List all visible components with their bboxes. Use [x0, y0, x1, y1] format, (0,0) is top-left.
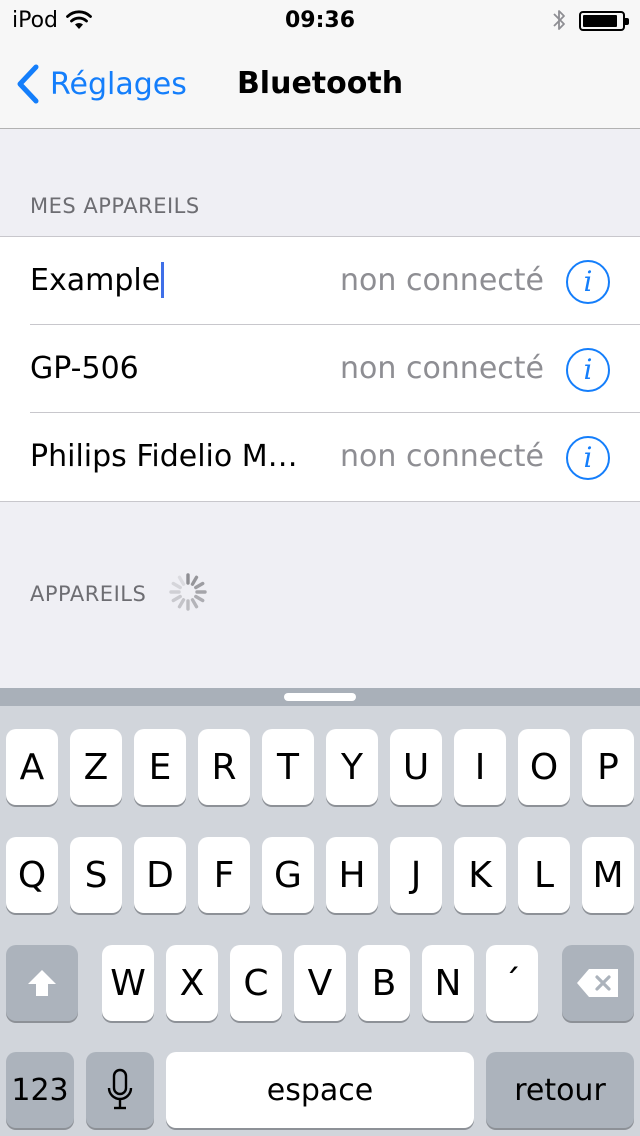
delete-icon — [577, 969, 618, 997]
key[interactable]: T — [262, 729, 314, 805]
key[interactable]: W — [102, 945, 154, 1021]
info-icon[interactable]: i — [566, 260, 610, 304]
key[interactable]: F — [198, 837, 250, 913]
key[interactable]: N — [422, 945, 474, 1021]
section-header-devices: APPAREILS — [30, 582, 147, 606]
status-bar: iPod 09:36 — [0, 0, 640, 40]
key[interactable]: U — [390, 729, 442, 805]
dictation-button[interactable] — [86, 1052, 154, 1128]
numbers-button[interactable]: 123 — [6, 1052, 74, 1128]
key[interactable]: V — [294, 945, 346, 1021]
device-status: non connecté — [340, 439, 544, 474]
delete-button[interactable] — [562, 945, 634, 1021]
device-row[interactable]: Example non connecté i — [0, 237, 640, 325]
device-row[interactable]: GP-506 non connecté i — [0, 325, 640, 413]
navigation-bar: Réglages Bluetooth — [0, 40, 640, 129]
keyboard: A Z E R T Y U I O P Q S D F G H J K L M … — [0, 688, 640, 1136]
key[interactable]: S — [70, 837, 122, 913]
key[interactable]: G — [262, 837, 314, 913]
clock: 09:36 — [284, 8, 356, 33]
text-caret — [161, 261, 165, 298]
key[interactable]: E — [134, 729, 186, 805]
key[interactable]: O — [518, 729, 570, 805]
key[interactable]: J — [390, 837, 442, 913]
key[interactable]: ´ — [486, 945, 538, 1021]
keyboard-handle[interactable] — [284, 693, 356, 701]
key[interactable]: Z — [70, 729, 122, 805]
key[interactable]: H — [326, 837, 378, 913]
return-button[interactable]: retour — [486, 1052, 634, 1128]
info-icon[interactable]: i — [566, 348, 610, 392]
keyboard-top-bar — [0, 688, 640, 706]
key[interactable]: A — [6, 729, 58, 805]
key[interactable]: C — [230, 945, 282, 1021]
space-button[interactable]: espace — [166, 1052, 474, 1128]
key[interactable]: P — [582, 729, 634, 805]
section-header-my-devices: MES APPAREILS — [30, 194, 200, 218]
battery-icon — [579, 11, 629, 31]
device-row[interactable]: Philips Fidelio M2... non connecté i — [0, 413, 640, 501]
device-status: non connecté — [340, 263, 544, 298]
key[interactable]: K — [454, 837, 506, 913]
key[interactable]: I — [454, 729, 506, 805]
microphone-icon — [107, 1068, 133, 1110]
device-status: non connecté — [340, 351, 544, 386]
activity-spinner-icon — [169, 573, 207, 611]
key[interactable]: B — [358, 945, 410, 1021]
key[interactable]: X — [166, 945, 218, 1021]
key[interactable]: Y — [326, 729, 378, 805]
bluetooth-icon — [553, 10, 565, 30]
key[interactable]: M — [582, 837, 634, 913]
key[interactable]: Q — [6, 837, 58, 913]
shift-button[interactable] — [6, 945, 78, 1021]
key[interactable]: L — [518, 837, 570, 913]
shift-icon — [28, 970, 56, 996]
device-name: Example — [30, 237, 165, 325]
my-devices-list: Example non connecté i GP-506 non connec… — [0, 236, 640, 502]
info-icon[interactable]: i — [566, 436, 610, 480]
key[interactable]: D — [134, 837, 186, 913]
device-name: GP-506 — [30, 351, 139, 386]
device-name: Philips Fidelio M2... — [30, 439, 310, 474]
page-title: Bluetooth — [236, 66, 404, 101]
key[interactable]: R — [198, 729, 250, 805]
